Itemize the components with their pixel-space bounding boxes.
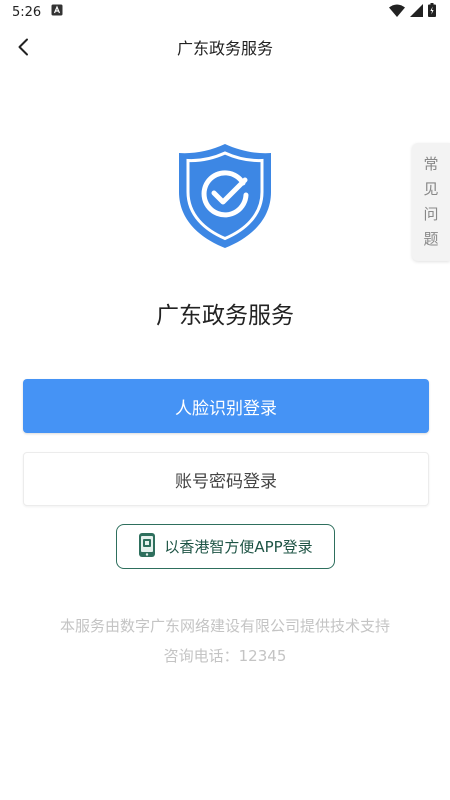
back-button[interactable] <box>8 32 38 62</box>
faq-char: 题 <box>423 230 439 248</box>
app-title: 广东政务服务 <box>156 303 294 329</box>
hk-app-login-label: 以香港智方便APP登录 <box>164 538 313 556</box>
footer-support-text: 本服务由数字广东网络建设有限公司提供技术支持 <box>59 617 390 635</box>
signal-icon <box>410 3 423 21</box>
faq-char: 常 <box>423 155 439 173</box>
status-right <box>389 3 436 21</box>
faq-char: 见 <box>423 180 439 198</box>
faq-tab[interactable]: 常 见 问 题 <box>412 143 450 261</box>
hk-app-login-button[interactable]: 以香港智方便APP登录 <box>116 524 335 569</box>
wifi-icon <box>389 4 405 21</box>
shield-check-icon <box>176 142 274 250</box>
status-bar: 5:26 <box>0 0 450 24</box>
status-time: 5:26 <box>12 4 42 20</box>
faq-char: 问 <box>423 205 439 223</box>
footer-hotline: 咨询电话：12345 <box>163 647 287 665</box>
nav-title: 广东政务服务 <box>176 39 273 58</box>
phone-app-icon <box>138 532 156 562</box>
nav-bar: 广东政务服务 <box>0 24 450 70</box>
battery-icon <box>428 3 436 21</box>
status-left: 5:26 <box>12 4 63 20</box>
a-notification-icon <box>51 4 63 20</box>
password-login-label: 账号密码登录 <box>175 471 277 492</box>
face-login-label: 人脸识别登录 <box>175 398 277 419</box>
password-login-button[interactable]: 账号密码登录 <box>23 452 429 506</box>
back-arrow-icon <box>18 38 28 56</box>
face-login-button[interactable]: 人脸识别登录 <box>23 379 429 433</box>
